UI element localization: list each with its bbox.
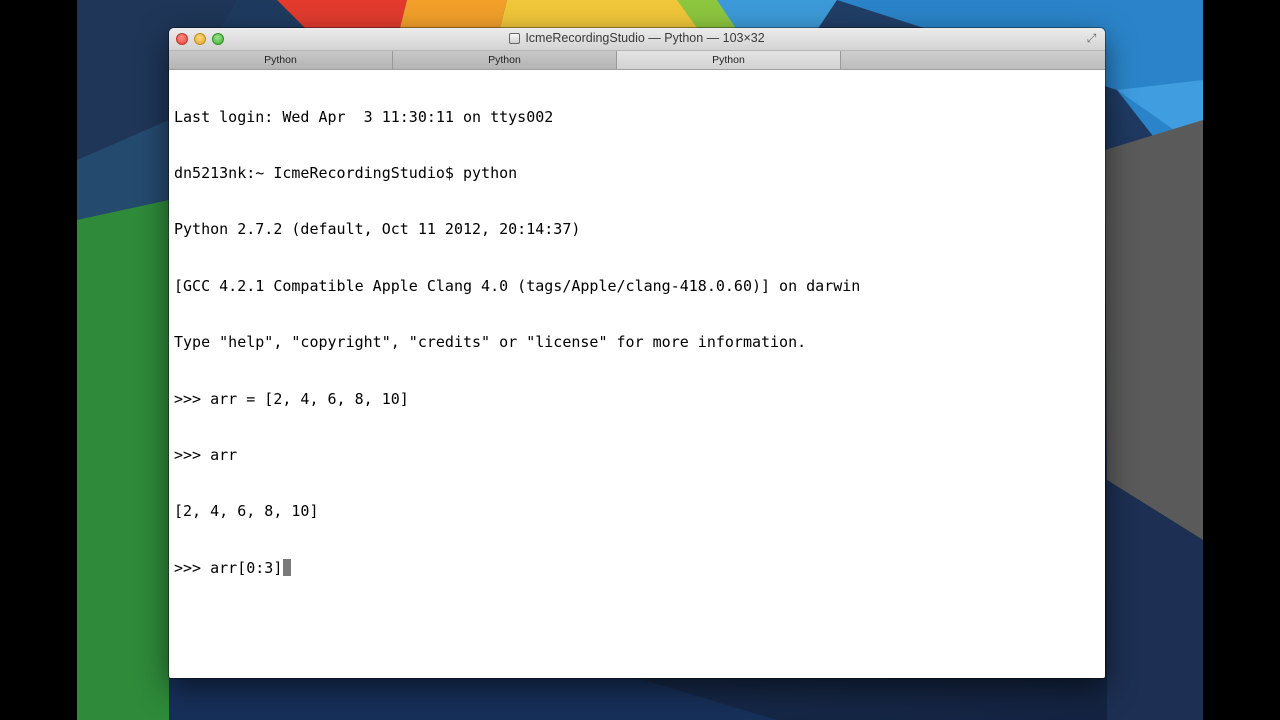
tab-python-2[interactable]: Python: [393, 51, 617, 69]
terminal-line: >>> arr = [2, 4, 6, 8, 10]: [174, 389, 409, 408]
terminal-line: [2, 4, 6, 8, 10]: [174, 502, 319, 521]
terminal-line: >>> arr: [174, 445, 238, 464]
terminal-content[interactable]: Last login: Wed Apr 3 11:30:11 on ttys00…: [169, 70, 1105, 615]
tab-bar: Python Python Python: [169, 51, 1105, 70]
fullscreen-icon[interactable]: ⤢: [1085, 32, 1098, 45]
terminal-line: Type "help", "copyright", "credits" or "…: [174, 333, 807, 352]
terminal-line: dn5213nk:~ IcmeRecordingStudio$ python: [174, 163, 518, 182]
terminal-window: IcmeRecordingStudio — Python — 103×32 ⤢ …: [169, 28, 1105, 678]
terminal-line: Python 2.7.2 (default, Oct 11 2012, 20:1…: [174, 220, 581, 239]
terminal-icon: [509, 32, 521, 44]
tab-bar-empty: [841, 51, 1105, 69]
window-title: IcmeRecordingStudio — Python — 103×32: [525, 31, 765, 45]
terminal-line: Last login: Wed Apr 3 11:30:11 on ttys00…: [174, 107, 554, 126]
tab-python-1[interactable]: Python: [169, 51, 393, 69]
title-bar[interactable]: IcmeRecordingStudio — Python — 103×32 ⤢: [169, 28, 1105, 51]
tab-python-3[interactable]: Python: [617, 51, 841, 69]
text-cursor: [283, 558, 292, 576]
current-input: >>> arr[0:3]: [174, 558, 283, 577]
window-title-area: IcmeRecordingStudio — Python — 103×32: [169, 31, 1105, 45]
terminal-input-line[interactable]: >>> arr[0:3]: [174, 558, 1100, 578]
terminal-line: [GCC 4.2.1 Compatible Apple Clang 4.0 (t…: [174, 276, 861, 295]
